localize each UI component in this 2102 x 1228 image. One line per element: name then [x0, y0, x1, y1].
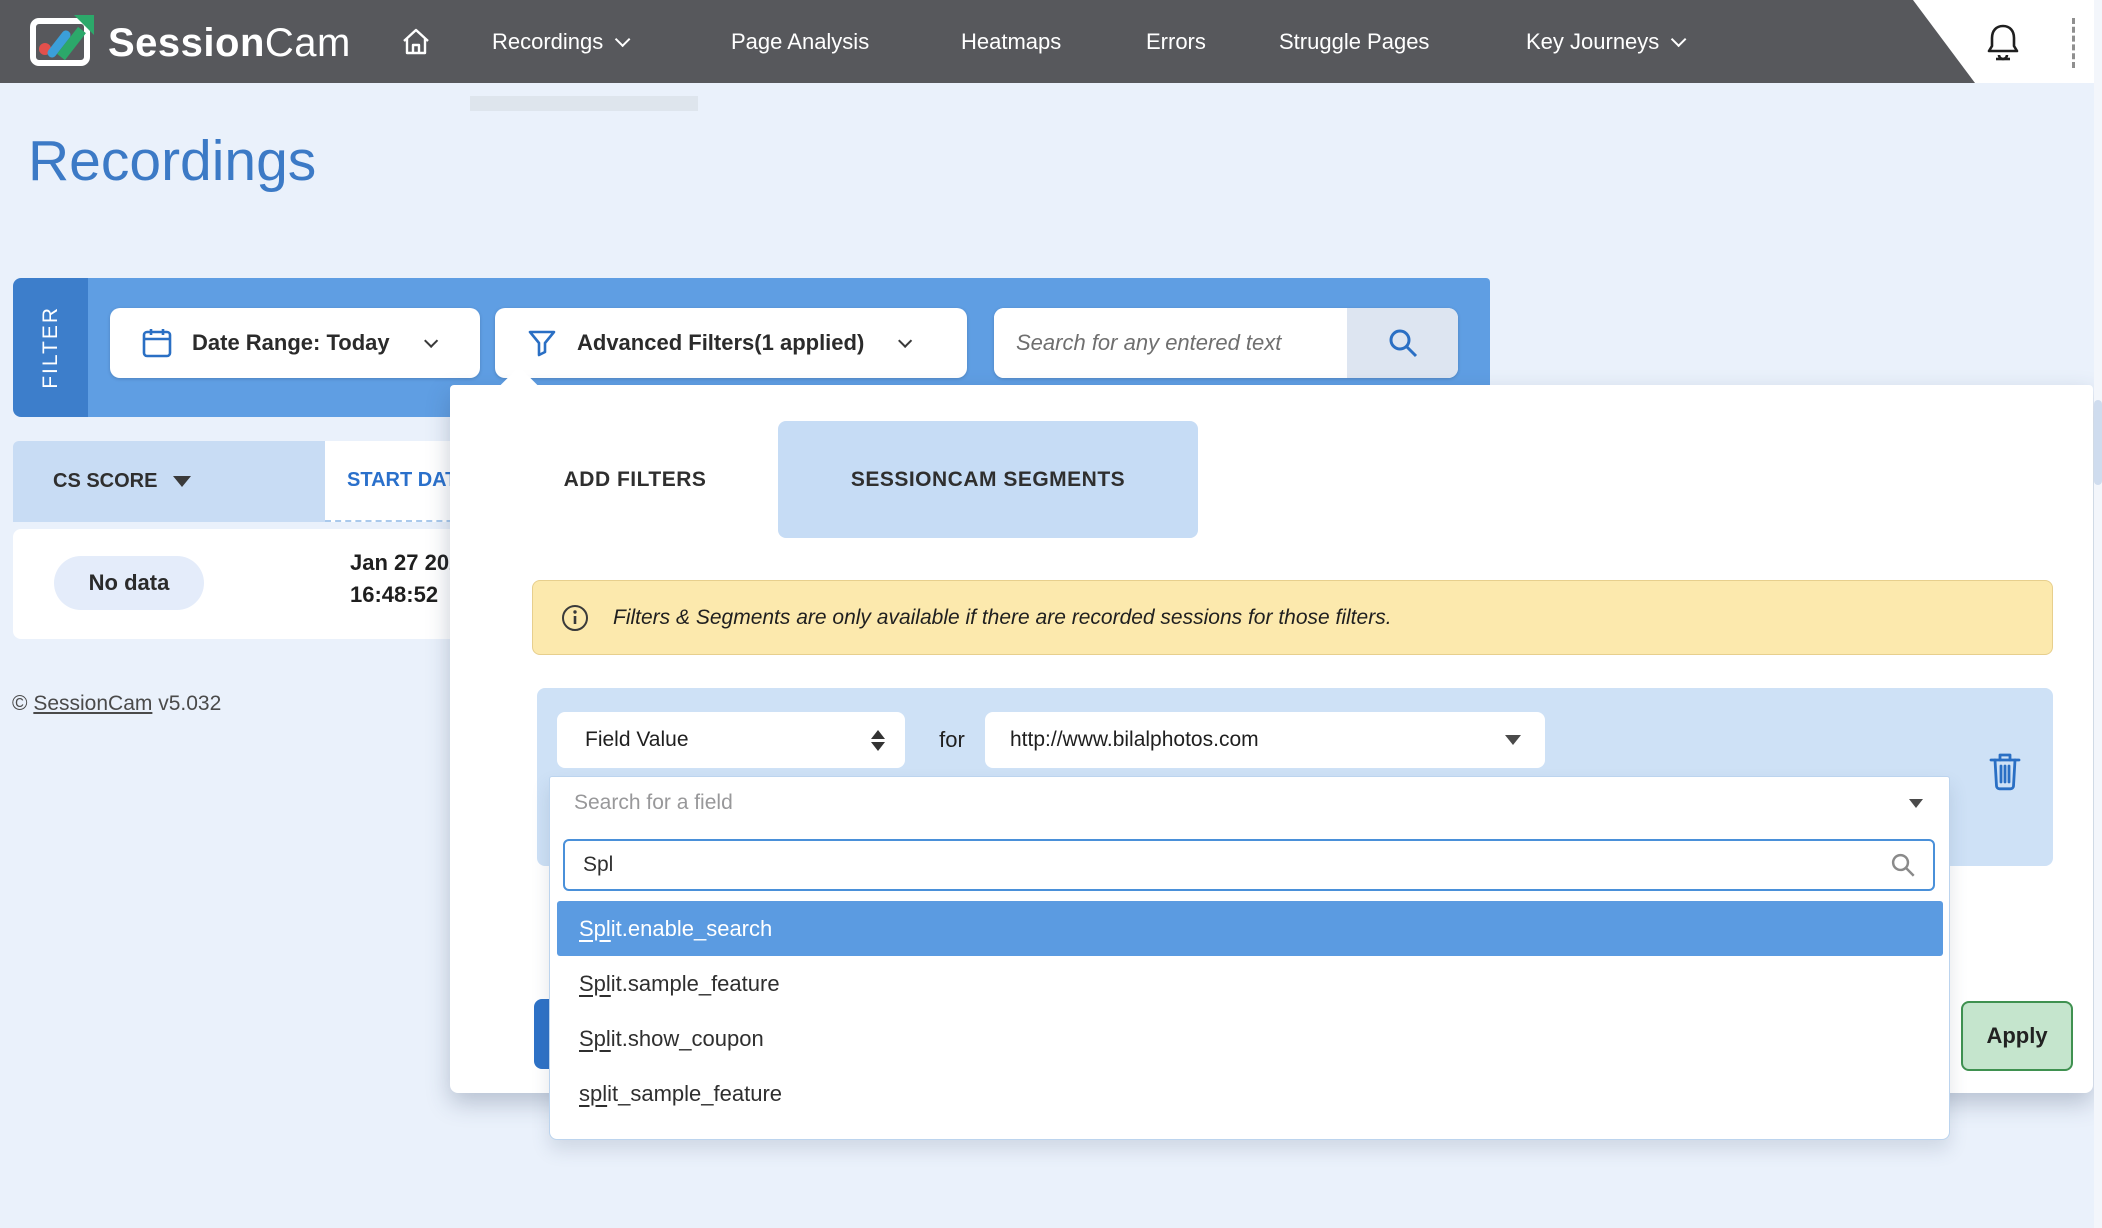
caret-down-icon	[1909, 799, 1923, 808]
filter-tab-label: FILTER	[39, 306, 63, 389]
tab-sessioncam-segments[interactable]: SESSIONCAM SEGMENTS	[778, 421, 1198, 538]
field-option-split-sample-feature[interactable]: Split.sample_feature	[557, 956, 1943, 1011]
apply-button[interactable]: Apply	[1961, 1001, 2073, 1071]
notice-text: Filters & Segments are only available if…	[613, 606, 1392, 630]
tab-add-filters[interactable]: ADD FILTERS	[520, 421, 750, 538]
nav-item-key-journeys[interactable]: Key Journeys	[1526, 0, 1682, 83]
delete-filter-button[interactable]	[1985, 750, 2025, 794]
column-label: CS SCORE	[53, 470, 157, 493]
page-title: Recordings	[28, 128, 316, 194]
chevron-down-icon	[898, 334, 912, 348]
nav-item-label: Struggle Pages	[1279, 29, 1429, 55]
nav-item-errors[interactable]: Errors	[1146, 0, 1206, 83]
trash-icon	[1988, 751, 2022, 791]
chevron-down-icon	[615, 32, 631, 48]
version-label: v5.032	[158, 692, 221, 715]
field-options-list: Split.enable_search Split.sample_feature…	[557, 901, 1943, 1121]
field-type-select[interactable]: Field Value	[557, 712, 905, 768]
nav-divider-dashed	[2072, 18, 2075, 68]
for-connector-label: for	[922, 712, 982, 768]
chevron-down-icon	[424, 334, 438, 348]
footer-copyright: © SessionCam v5.032	[12, 692, 221, 716]
nav-item-heatmaps[interactable]: Heatmaps	[961, 0, 1061, 83]
nav-item-label: Heatmaps	[961, 29, 1061, 55]
nav-item-recordings[interactable]: Recordings	[492, 0, 626, 83]
advanced-filters-label: Advanced Filters(1 applied)	[577, 330, 864, 356]
brand-logo[interactable]: SessionCam	[30, 13, 351, 74]
search-icon-small	[1889, 851, 1917, 879]
page-scrollbar[interactable]	[2094, 0, 2102, 1228]
bell-icon	[1983, 22, 2023, 64]
info-icon	[561, 604, 589, 632]
advanced-filters-button[interactable]: Advanced Filters(1 applied)	[495, 308, 967, 378]
home-icon[interactable]	[400, 0, 432, 83]
site-select[interactable]: http://www.bilalphotos.com	[985, 712, 1545, 768]
field-search-box	[563, 839, 1935, 891]
cs-score-column-header[interactable]: CS SCORE	[13, 441, 325, 522]
text-search	[994, 308, 1458, 378]
tab-label: ADD FILTERS	[564, 468, 707, 492]
caret-down-icon	[1505, 735, 1521, 745]
nav-item-label: Key Journeys	[1526, 29, 1659, 55]
spinner-updown-icon	[871, 730, 885, 751]
calendar-icon	[142, 327, 172, 359]
field-option-split-enable-search[interactable]: Split.enable_search	[557, 901, 1943, 956]
field-option-split-sample-feature-lower[interactable]: split_sample_feature	[557, 1066, 1943, 1121]
site-value: http://www.bilalphotos.com	[1010, 728, 1259, 752]
date-range-label: Date Range: Today	[192, 330, 390, 356]
nav-item-label: Errors	[1146, 29, 1206, 55]
nav-active-indicator	[470, 96, 698, 111]
notice-banner: Filters & Segments are only available if…	[532, 580, 2053, 655]
search-input[interactable]	[994, 308, 1347, 378]
search-icon	[1386, 326, 1420, 360]
field-option-split-show-coupon[interactable]: Split.show_coupon	[557, 1011, 1943, 1066]
nav-item-label: Recordings	[492, 29, 603, 55]
nav-item-struggle-pages[interactable]: Struggle Pages	[1279, 0, 1429, 83]
top-nav: SessionCam Recordings Page Analysis Heat…	[0, 0, 2102, 83]
sessioncam-logo-icon	[30, 13, 96, 74]
app-canvas: SessionCam Recordings Page Analysis Heat…	[0, 0, 2102, 1228]
funnel-icon	[527, 328, 557, 358]
field-select-display[interactable]: Search for a field	[550, 777, 1949, 829]
filter-tab[interactable]: FILTER	[13, 278, 88, 417]
field-combobox-popup: Search for a field Split.enable_search S…	[549, 776, 1950, 1140]
sort-caret-icon	[173, 476, 191, 487]
chevron-down-icon	[1671, 32, 1687, 48]
date-range-button[interactable]: Date Range: Today	[110, 308, 480, 378]
footer-brand-link[interactable]: SessionCam	[33, 692, 152, 715]
tab-label: SESSIONCAM SEGMENTS	[851, 468, 1125, 492]
nav-item-page-analysis[interactable]: Page Analysis	[731, 0, 869, 83]
brand-name: SessionCam	[108, 21, 351, 66]
field-search-input[interactable]	[569, 853, 1889, 877]
copyright-symbol: ©	[12, 692, 27, 715]
no-data-badge: No data	[54, 556, 204, 610]
notification-bell-button[interactable]	[1983, 22, 2023, 64]
table-row[interactable]: No data Jan 27 2020, 16:48:52	[13, 529, 460, 639]
field-select-placeholder: Search for a field	[574, 791, 1909, 815]
scrollbar-thumb[interactable]	[2094, 400, 2102, 485]
search-button[interactable]	[1347, 308, 1458, 378]
field-type-value: Field Value	[585, 728, 689, 752]
nav-item-label: Page Analysis	[731, 29, 869, 55]
